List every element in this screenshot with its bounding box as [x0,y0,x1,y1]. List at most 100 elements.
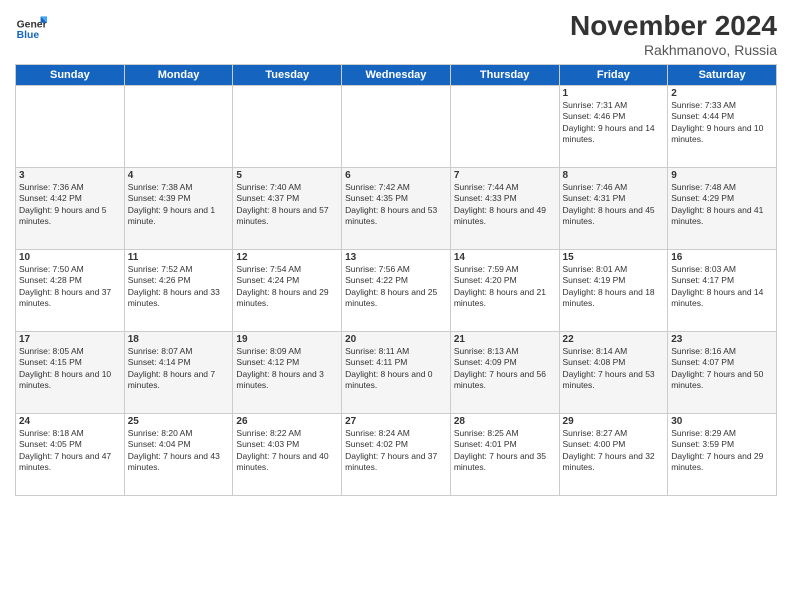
day-info: Sunrise: 8:14 AM Sunset: 4:08 PM Dayligh… [563,346,665,392]
calendar-cell: 18Sunrise: 8:07 AM Sunset: 4:14 PM Dayli… [124,332,233,414]
calendar-cell: 8Sunrise: 7:46 AM Sunset: 4:31 PM Daylig… [559,168,668,250]
day-number: 18 [128,334,230,345]
day-number: 23 [671,334,773,345]
day-number: 11 [128,252,230,263]
day-number: 5 [236,170,338,181]
day-info: Sunrise: 7:48 AM Sunset: 4:29 PM Dayligh… [671,182,773,228]
header-wednesday: Wednesday [342,65,451,86]
calendar-cell [342,86,451,168]
logo: General Blue [15,10,47,42]
day-number: 26 [236,416,338,427]
calendar-cell: 20Sunrise: 8:11 AM Sunset: 4:11 PM Dayli… [342,332,451,414]
calendar-cell: 7Sunrise: 7:44 AM Sunset: 4:33 PM Daylig… [450,168,559,250]
calendar-cell: 13Sunrise: 7:56 AM Sunset: 4:22 PM Dayli… [342,250,451,332]
calendar-cell [124,86,233,168]
logo-icon: General Blue [15,10,47,42]
day-info: Sunrise: 8:16 AM Sunset: 4:07 PM Dayligh… [671,346,773,392]
calendar-cell [450,86,559,168]
calendar-cell: 2Sunrise: 7:33 AM Sunset: 4:44 PM Daylig… [668,86,777,168]
day-info: Sunrise: 7:33 AM Sunset: 4:44 PM Dayligh… [671,100,773,146]
calendar-cell: 25Sunrise: 8:20 AM Sunset: 4:04 PM Dayli… [124,414,233,496]
day-number: 6 [345,170,447,181]
day-info: Sunrise: 8:09 AM Sunset: 4:12 PM Dayligh… [236,346,338,392]
day-info: Sunrise: 8:24 AM Sunset: 4:02 PM Dayligh… [345,428,447,474]
day-info: Sunrise: 7:50 AM Sunset: 4:28 PM Dayligh… [19,264,121,310]
day-info: Sunrise: 7:42 AM Sunset: 4:35 PM Dayligh… [345,182,447,228]
calendar-cell: 17Sunrise: 8:05 AM Sunset: 4:15 PM Dayli… [16,332,125,414]
day-info: Sunrise: 7:54 AM Sunset: 4:24 PM Dayligh… [236,264,338,310]
calendar-cell: 10Sunrise: 7:50 AM Sunset: 4:28 PM Dayli… [16,250,125,332]
calendar-cell: 11Sunrise: 7:52 AM Sunset: 4:26 PM Dayli… [124,250,233,332]
day-number: 27 [345,416,447,427]
calendar-cell: 12Sunrise: 7:54 AM Sunset: 4:24 PM Dayli… [233,250,342,332]
header-monday: Monday [124,65,233,86]
calendar-cell: 24Sunrise: 8:18 AM Sunset: 4:05 PM Dayli… [16,414,125,496]
header-friday: Friday [559,65,668,86]
calendar-cell: 23Sunrise: 8:16 AM Sunset: 4:07 PM Dayli… [668,332,777,414]
day-number: 14 [454,252,556,263]
calendar-cell: 19Sunrise: 8:09 AM Sunset: 4:12 PM Dayli… [233,332,342,414]
day-number: 28 [454,416,556,427]
day-number: 29 [563,416,665,427]
header-tuesday: Tuesday [233,65,342,86]
calendar-cell: 9Sunrise: 7:48 AM Sunset: 4:29 PM Daylig… [668,168,777,250]
day-number: 8 [563,170,665,181]
calendar-cell: 3Sunrise: 7:36 AM Sunset: 4:42 PM Daylig… [16,168,125,250]
calendar-cell: 1Sunrise: 7:31 AM Sunset: 4:46 PM Daylig… [559,86,668,168]
calendar-cell: 16Sunrise: 8:03 AM Sunset: 4:17 PM Dayli… [668,250,777,332]
page-header: General Blue November 2024 Rakhmanovo, R… [15,10,777,58]
calendar-cell: 6Sunrise: 7:42 AM Sunset: 4:35 PM Daylig… [342,168,451,250]
calendar-cell: 30Sunrise: 8:29 AM Sunset: 3:59 PM Dayli… [668,414,777,496]
calendar-cell: 26Sunrise: 8:22 AM Sunset: 4:03 PM Dayli… [233,414,342,496]
calendar-cell: 27Sunrise: 8:24 AM Sunset: 4:02 PM Dayli… [342,414,451,496]
calendar-cell: 21Sunrise: 8:13 AM Sunset: 4:09 PM Dayli… [450,332,559,414]
day-info: Sunrise: 8:01 AM Sunset: 4:19 PM Dayligh… [563,264,665,310]
day-info: Sunrise: 8:13 AM Sunset: 4:09 PM Dayligh… [454,346,556,392]
calendar-cell: 4Sunrise: 7:38 AM Sunset: 4:39 PM Daylig… [124,168,233,250]
day-info: Sunrise: 8:20 AM Sunset: 4:04 PM Dayligh… [128,428,230,474]
title-block: November 2024 Rakhmanovo, Russia [570,10,777,58]
calendar-cell: 29Sunrise: 8:27 AM Sunset: 4:00 PM Dayli… [559,414,668,496]
day-info: Sunrise: 7:36 AM Sunset: 4:42 PM Dayligh… [19,182,121,228]
svg-text:Blue: Blue [17,30,40,41]
day-number: 16 [671,252,773,263]
week-row-5: 24Sunrise: 8:18 AM Sunset: 4:05 PM Dayli… [16,414,777,496]
day-info: Sunrise: 7:44 AM Sunset: 4:33 PM Dayligh… [454,182,556,228]
day-number: 4 [128,170,230,181]
day-number: 25 [128,416,230,427]
day-number: 13 [345,252,447,263]
week-row-4: 17Sunrise: 8:05 AM Sunset: 4:15 PM Dayli… [16,332,777,414]
day-number: 30 [671,416,773,427]
day-number: 3 [19,170,121,181]
day-info: Sunrise: 8:05 AM Sunset: 4:15 PM Dayligh… [19,346,121,392]
day-number: 9 [671,170,773,181]
day-number: 24 [19,416,121,427]
day-info: Sunrise: 8:18 AM Sunset: 4:05 PM Dayligh… [19,428,121,474]
header-saturday: Saturday [668,65,777,86]
day-info: Sunrise: 7:40 AM Sunset: 4:37 PM Dayligh… [236,182,338,228]
day-number: 10 [19,252,121,263]
month-title: November 2024 [570,10,777,42]
calendar-cell: 5Sunrise: 7:40 AM Sunset: 4:37 PM Daylig… [233,168,342,250]
calendar-cell [233,86,342,168]
day-info: Sunrise: 7:38 AM Sunset: 4:39 PM Dayligh… [128,182,230,228]
day-info: Sunrise: 7:46 AM Sunset: 4:31 PM Dayligh… [563,182,665,228]
day-number: 12 [236,252,338,263]
day-info: Sunrise: 8:27 AM Sunset: 4:00 PM Dayligh… [563,428,665,474]
day-info: Sunrise: 8:07 AM Sunset: 4:14 PM Dayligh… [128,346,230,392]
week-row-2: 3Sunrise: 7:36 AM Sunset: 4:42 PM Daylig… [16,168,777,250]
calendar-cell: 22Sunrise: 8:14 AM Sunset: 4:08 PM Dayli… [559,332,668,414]
calendar-header-row: Sunday Monday Tuesday Wednesday Thursday… [16,65,777,86]
header-sunday: Sunday [16,65,125,86]
calendar: Sunday Monday Tuesday Wednesday Thursday… [15,64,777,496]
day-info: Sunrise: 8:03 AM Sunset: 4:17 PM Dayligh… [671,264,773,310]
header-thursday: Thursday [450,65,559,86]
day-info: Sunrise: 8:25 AM Sunset: 4:01 PM Dayligh… [454,428,556,474]
location: Rakhmanovo, Russia [570,42,777,58]
week-row-3: 10Sunrise: 7:50 AM Sunset: 4:28 PM Dayli… [16,250,777,332]
day-number: 1 [563,88,665,99]
day-info: Sunrise: 7:59 AM Sunset: 4:20 PM Dayligh… [454,264,556,310]
day-info: Sunrise: 7:31 AM Sunset: 4:46 PM Dayligh… [563,100,665,146]
day-number: 7 [454,170,556,181]
week-row-1: 1Sunrise: 7:31 AM Sunset: 4:46 PM Daylig… [16,86,777,168]
